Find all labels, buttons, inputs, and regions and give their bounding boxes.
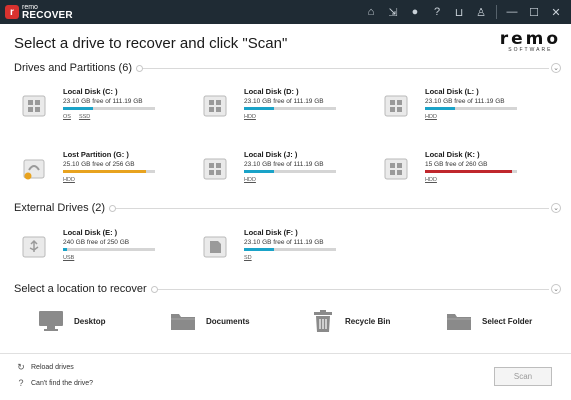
drive-tile[interactable]: Local Disk (D: ) 23.10 GB free of 111.19… (203, 87, 373, 131)
reload-drives-link[interactable]: ↻ Reload drives (16, 362, 74, 372)
section-title-external: External Drives (2) (14, 202, 106, 214)
drive-size: 23.10 GB free of 111.19 GB (244, 161, 324, 168)
drive-size: 15 GB free of 260 GB (425, 161, 488, 168)
drive-tag: USB (63, 255, 75, 261)
collapse-external-icon[interactable]: ⌄ (551, 203, 561, 213)
drive-size: 23.10 GB free of 111.19 GB (63, 98, 143, 105)
windows-drive-icon (203, 158, 227, 180)
cant-find-drive-label: Can't find the drive? (31, 379, 94, 387)
drive-tag: SD (244, 255, 252, 261)
drive-size: 23.10 GB free of 111.19 GB (244, 239, 324, 246)
refresh-icon: ↻ (17, 361, 25, 372)
cart-icon[interactable]: ⊔ (448, 0, 470, 24)
drive-tag: HDD (425, 114, 437, 120)
drive-usage-bar (425, 107, 517, 110)
drive-tile[interactable]: Local Disk (K: ) 15 GB free of 260 GB HD… (384, 150, 554, 194)
minimize-icon[interactable]: — (501, 0, 523, 24)
title-bar: r remo RECOVER ⌂ ⇲ ● ? ⊔ ♙ — ☐ ✕ (0, 0, 571, 24)
logo-big-text: RECOVER (22, 10, 73, 21)
drive-name: Lost Partition (G: ) (63, 150, 129, 159)
location-documents[interactable]: Documents (170, 307, 250, 335)
app-logo: r remo RECOVER (5, 4, 73, 21)
drive-tag: HDD (63, 177, 75, 183)
help-icon[interactable]: ? (426, 0, 448, 24)
usb-drive-icon (22, 236, 46, 258)
drive-tag: OS (63, 114, 71, 120)
section-drives: Drives and Partitions (6) ⌄ (14, 61, 561, 75)
page-title: Select a drive to recover and click "Sca… (14, 35, 288, 52)
drive-usage-bar (425, 170, 517, 173)
windows-drive-icon (203, 95, 227, 117)
external-drive-tile[interactable]: Local Disk (E: ) 240 GB free of 250 GB U… (22, 228, 192, 272)
question-icon: ? (18, 378, 24, 388)
location-label: Select Folder (482, 316, 533, 326)
drive-size: 240 GB free of 250 GB (63, 239, 130, 246)
drive-usage-bar (63, 107, 155, 110)
lost-partition-icon (23, 159, 45, 180)
location-label: Desktop (74, 316, 106, 326)
external-drive-tile[interactable]: Local Disk (F: ) 23.10 GB free of 111.19… (203, 228, 373, 272)
export-icon[interactable]: ⇲ (382, 0, 404, 24)
drive-size: 25.10 GB free of 256 GB (63, 161, 135, 168)
drive-usage-bar (244, 107, 336, 110)
location-label: Documents (206, 316, 250, 326)
drive-tag: SSD (78, 114, 91, 120)
drive-name: Local Disk (C: ) (63, 87, 118, 96)
windows-drive-icon (22, 95, 46, 117)
toolbar-separator (496, 5, 497, 19)
location-recycle-bin[interactable]: Recycle Bin (311, 307, 390, 335)
desktop-icon (39, 311, 63, 331)
home-icon[interactable]: ⌂ (360, 0, 382, 24)
footer-divider (0, 353, 571, 354)
drive-tag: HDD (425, 177, 437, 183)
brand-tagline: SOFTWARE (508, 47, 553, 53)
cant-find-drive-link[interactable]: ? Can't find the drive? (16, 378, 93, 388)
folder-icon (171, 314, 195, 330)
drive-name: Local Disk (E: ) (63, 228, 118, 237)
location-desktop[interactable]: Desktop (38, 307, 106, 335)
drive-size: 23.10 GB free of 111.19 GB (244, 98, 324, 105)
recycle-bin-icon (314, 310, 332, 332)
section-title-locations: Select a location to recover (14, 283, 147, 295)
drive-tile[interactable]: Lost Partition (G: ) 25.10 GB free of 25… (22, 150, 192, 194)
drive-usage-bar (63, 170, 155, 173)
drive-usage-bar (244, 170, 336, 173)
user-icon[interactable]: ♙ (470, 0, 492, 24)
location-label: Recycle Bin (345, 316, 391, 326)
section-locations: Select a location to recover ⌄ (14, 282, 561, 296)
windows-drive-icon (384, 158, 408, 180)
drive-tile[interactable]: Local Disk (C: ) 23.10 GB free of 111.19… (22, 87, 192, 131)
drive-name: Local Disk (K: ) (425, 150, 480, 159)
globe-icon[interactable]: ● (404, 0, 426, 24)
section-external: External Drives (2) ⌄ (14, 201, 561, 215)
drive-usage-bar (63, 248, 155, 251)
collapse-locations-icon[interactable]: ⌄ (551, 284, 561, 294)
collapse-drives-icon[interactable]: ⌄ (551, 63, 561, 73)
location-select-folder[interactable]: Select Folder (446, 307, 532, 335)
folder-open-icon (447, 314, 471, 330)
drive-name: Local Disk (D: ) (244, 87, 299, 96)
drive-tag: HDD (244, 177, 256, 183)
sd-card-icon (203, 236, 227, 258)
drive-tile[interactable]: Local Disk (L: ) 23.10 GB free of 111.19… (384, 87, 554, 131)
scan-button[interactable]: Scan (494, 367, 552, 386)
maximize-icon[interactable]: ☐ (523, 0, 545, 24)
logo-mark: r (5, 5, 19, 19)
drive-name: Local Disk (F: ) (244, 228, 298, 237)
brand-logo: remo SOFTWARE (500, 29, 561, 53)
reload-drives-label: Reload drives (31, 363, 74, 371)
section-title-drives: Drives and Partitions (6) (14, 62, 132, 74)
brand-name: remo (499, 29, 561, 49)
drive-name: Local Disk (L: ) (425, 87, 479, 96)
drive-tile[interactable]: Local Disk (J: ) 23.10 GB free of 111.19… (203, 150, 373, 194)
close-icon[interactable]: ✕ (545, 0, 567, 24)
drive-name: Local Disk (J: ) (244, 150, 298, 159)
windows-drive-icon (384, 95, 408, 117)
drive-size: 23.10 GB free of 111.19 GB (425, 98, 505, 105)
drive-tag: HDD (244, 114, 256, 120)
drive-usage-bar (244, 248, 336, 251)
